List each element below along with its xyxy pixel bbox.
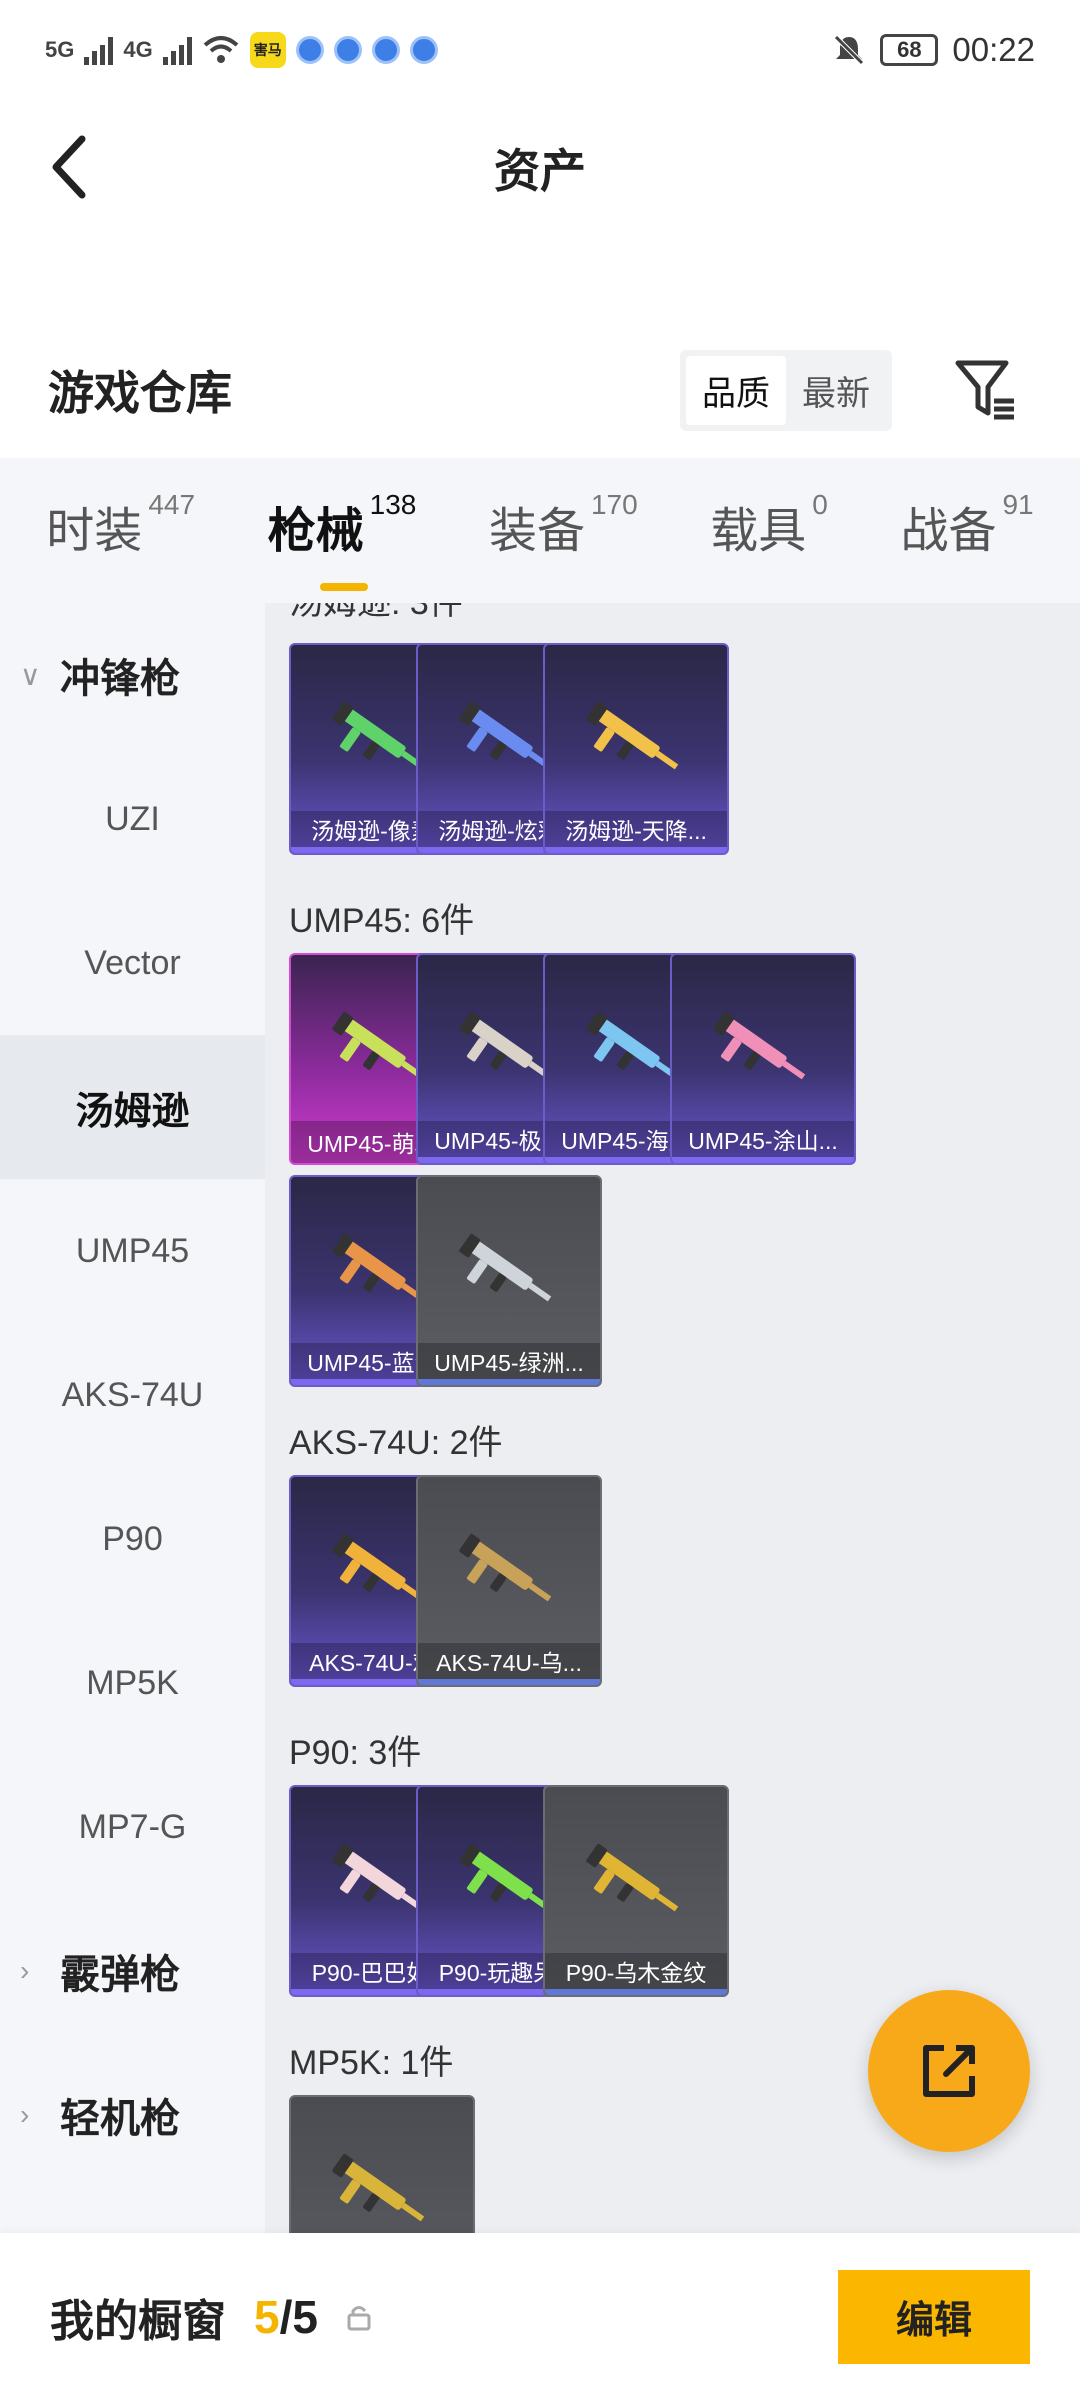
sort-option-newest[interactable]: 最新 bbox=[786, 356, 886, 425]
weapon-grid: 汤姆逊: 3件 汤姆逊-像素... 汤姆逊-炫彩... 汤姆逊-天降... UMP45… bbox=[265, 603, 1080, 2233]
status-right: 68 00:22 bbox=[832, 31, 1035, 69]
gun-icon bbox=[332, 2153, 425, 2222]
weapon-name: 汤姆逊-天降... bbox=[545, 811, 727, 853]
weapon-card[interactable]: 汤姆逊-天降... bbox=[543, 643, 729, 855]
tab-label: 战备 bbox=[900, 504, 997, 558]
showcase-bar: 我的橱窗 5/5 编辑 bbox=[0, 2233, 1080, 2400]
section-title-mp5k: MP5K: 1件 bbox=[289, 2044, 454, 2082]
sidebar-item-label: 霰弹枪 bbox=[60, 1953, 180, 1997]
sidebar-group-smg[interactable]: ∨ 冲锋枪 bbox=[0, 603, 265, 747]
gun-icon bbox=[586, 701, 679, 770]
showcase-count: 5/5 bbox=[254, 2290, 318, 2344]
tab-supplies[interactable]: 战备 91 bbox=[900, 488, 1034, 571]
share-button[interactable] bbox=[868, 1990, 1030, 2152]
back-button[interactable] bbox=[40, 132, 100, 202]
tab-label: 时装 bbox=[46, 504, 143, 558]
weapon-type-sidebar: ∨ 冲锋枪 UZI Vector 汤姆逊 UMP45 AKS-74U P90 MP… bbox=[0, 603, 265, 2233]
section-title-p90: P90: 3件 bbox=[289, 1734, 422, 1772]
notification-dot-icon bbox=[333, 36, 362, 64]
sidebar-item-thompson[interactable]: 汤姆逊 bbox=[0, 1035, 265, 1179]
mute-bell-icon bbox=[834, 35, 865, 65]
tab-count: 91 bbox=[1002, 488, 1034, 520]
chevron-down-icon: ∨ bbox=[20, 659, 41, 691]
weapon-card[interactable]: UMP45-绿洲... bbox=[416, 1175, 602, 1387]
tab-label: 载具 bbox=[710, 504, 807, 558]
tab-count: 170 bbox=[590, 488, 638, 520]
sidebar-item-vector[interactable]: Vector bbox=[0, 891, 265, 1035]
weapon-name: P90-乌木金纹 bbox=[545, 1953, 727, 1995]
notification-dot-icon bbox=[409, 36, 438, 64]
warehouse-header: 游戏仓库 品质 最新 bbox=[0, 330, 1080, 450]
tab-count: 447 bbox=[148, 488, 196, 520]
section-title-thompson: 汤姆逊: 3件 bbox=[289, 603, 463, 622]
weapon-card[interactable]: P90-乌木金纹 bbox=[543, 1785, 729, 1997]
notification-dot-icon bbox=[295, 36, 324, 64]
section-title-aks74u: AKS-74U: 2件 bbox=[289, 1424, 503, 1462]
sidebar-item-label: 轻机枪 bbox=[60, 2097, 180, 2141]
weapon-name: UMP45-绿洲... bbox=[418, 1343, 600, 1385]
gun-icon bbox=[713, 1011, 806, 1080]
battery-icon: 68 bbox=[880, 34, 939, 66]
tab-count: 0 bbox=[812, 488, 828, 520]
sidebar-item-uzi[interactable]: UZI bbox=[0, 747, 265, 891]
share-external-icon bbox=[923, 2045, 975, 2097]
sidebar-group-shotgun[interactable]: › 霰弹枪 bbox=[0, 1899, 265, 2043]
showcase-title: 我的橱窗 bbox=[50, 2296, 226, 2346]
network-5g: 5G bbox=[45, 37, 75, 62]
back-arrow-icon bbox=[52, 135, 86, 199]
app-notification-icon: 害马 bbox=[249, 32, 286, 68]
tab-label: 装备 bbox=[488, 504, 585, 558]
sidebar-item-mp5k[interactable]: MP5K bbox=[0, 1611, 265, 1755]
showcase-separator: / bbox=[279, 2290, 293, 2343]
gun-icon bbox=[586, 1843, 679, 1912]
tab-vehicles[interactable]: 载具 0 bbox=[710, 488, 828, 571]
weapon-card[interactable]: AKS-74U-乌... bbox=[416, 1475, 602, 1687]
chevron-right-icon: › bbox=[20, 1955, 30, 1986]
warehouse-title: 游戏仓库 bbox=[48, 367, 232, 419]
tab-count: 138 bbox=[369, 488, 417, 520]
gun-icon bbox=[459, 1233, 552, 1302]
page-title: 资产 bbox=[494, 144, 586, 197]
weapon-name: AKS-74U-乌... bbox=[418, 1643, 600, 1685]
category-tabs: 时装 447 枪械 138 装备 170 载具 0 战备 91 bbox=[0, 458, 1080, 603]
showcase-current: 5 bbox=[254, 2290, 280, 2343]
weapon-card[interactable]: UMP45-涂山... bbox=[670, 953, 856, 1165]
showcase-total: 5 bbox=[292, 2290, 318, 2343]
network-4g: 4G bbox=[123, 37, 153, 62]
chevron-right-icon: › bbox=[20, 2099, 30, 2130]
wifi-icon bbox=[203, 36, 239, 63]
status-bar: 5G 4G 害马 68 00:22 bbox=[0, 0, 1080, 100]
section-title-ump45: UMP45: 6件 bbox=[289, 902, 475, 940]
sort-toggle: 品质 最新 bbox=[680, 349, 892, 431]
signal-bars-icon-2 bbox=[162, 35, 192, 65]
sidebar-group-lmg[interactable]: › 轻机枪 bbox=[0, 2043, 265, 2187]
tab-guns[interactable]: 枪械 138 bbox=[267, 488, 417, 591]
tab-fashion[interactable]: 时装 447 bbox=[46, 488, 196, 571]
tab-label: 枪械 bbox=[267, 504, 364, 558]
sidebar-item-label: 冲锋枪 bbox=[60, 657, 180, 701]
edit-button[interactable]: 编辑 bbox=[838, 2269, 1030, 2364]
sidebar-item-mp7g[interactable]: MP7-G bbox=[0, 1755, 265, 1899]
lock-icon bbox=[347, 2305, 371, 2330]
filter-icon[interactable] bbox=[952, 355, 1022, 425]
clock: 00:22 bbox=[952, 31, 1035, 68]
notification-dot-icon bbox=[371, 36, 400, 64]
tab-equipment[interactable]: 装备 170 bbox=[488, 488, 638, 571]
sidebar-item-ump45[interactable]: UMP45 bbox=[0, 1179, 265, 1323]
sidebar-item-p90[interactable]: P90 bbox=[0, 1467, 265, 1611]
top-header: 资产 bbox=[0, 100, 1080, 235]
sidebar-item-aks74u[interactable]: AKS-74U bbox=[0, 1323, 265, 1467]
gun-icon bbox=[459, 1533, 552, 1602]
sort-option-quality[interactable]: 品质 bbox=[686, 355, 786, 425]
weapon-name: UMP45-涂山... bbox=[672, 1121, 854, 1163]
signal-bars-icon bbox=[84, 35, 114, 65]
weapon-card[interactable] bbox=[289, 2095, 475, 2233]
status-left: 5G 4G 害马 bbox=[45, 32, 438, 68]
